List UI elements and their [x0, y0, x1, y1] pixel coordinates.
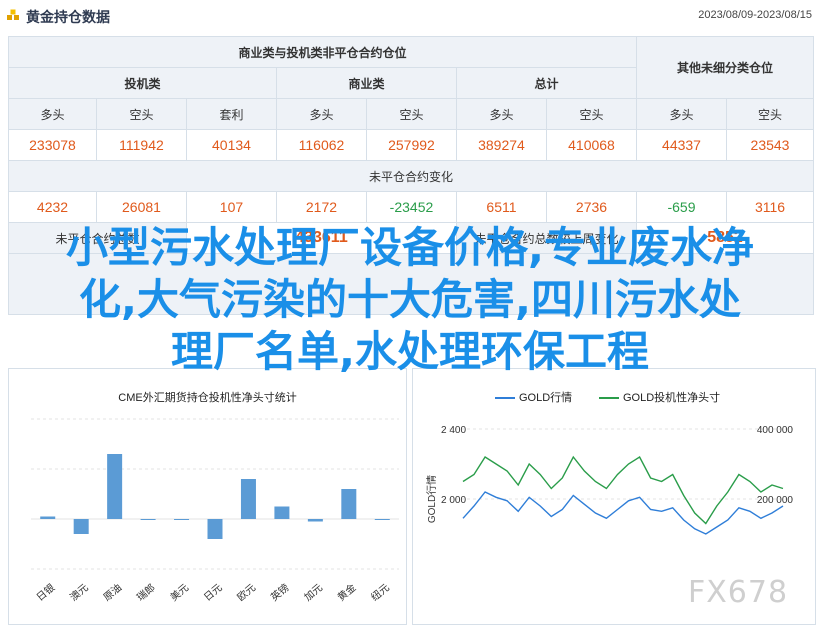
- oi-total-value: 433611: [185, 222, 457, 254]
- change-title-row: 未平仓合约变化: [8, 160, 814, 192]
- change-cell: -659: [636, 191, 727, 223]
- page-header: 黄金持仓数据 2023/08/09-2023/08/15: [0, 0, 820, 30]
- y-right-tick: 200 000: [757, 495, 794, 506]
- x-tick-label: 日元: [202, 582, 224, 603]
- change-cell: 26081: [95, 191, 187, 223]
- y-left-tick: 2 400: [441, 425, 466, 436]
- sub-header-total: 总计: [455, 67, 638, 99]
- bar-6: [240, 479, 256, 519]
- x-tick-label: 纽元: [368, 581, 392, 604]
- net-position-bar-chart: 日银 澳元 原油 瑞郎 美元 日元 欧元 英镑 加元 黄金 纽元: [31, 418, 399, 604]
- bar-2: [107, 454, 123, 519]
- x-tick-label: 欧元: [235, 582, 258, 604]
- bar-8: [307, 519, 323, 522]
- value-cell: 23543: [726, 129, 814, 161]
- col-short: 空头: [365, 98, 457, 130]
- date-range: 2023/08/09-2023/08/15: [698, 9, 812, 21]
- oi-change-value: 5852: [636, 222, 814, 254]
- col-short: 空头: [726, 98, 814, 130]
- obscured-row: [8, 253, 814, 315]
- table-row: 4232 26081 107 2172 -23452 6511 2736 -65…: [8, 191, 814, 223]
- value-cell: 44337: [636, 129, 727, 161]
- x-tick-label: 澳元: [67, 581, 91, 604]
- left-chart-panel: CME外汇期货持仓投机性净头寸统计 日银 澳元 原油 瑞郎 美元 日元 欧元 英镑 加元 黄金 纽元: [8, 368, 407, 625]
- legend-position-swatch: [599, 397, 619, 400]
- oi-total-label: 未平仓合约总数: [8, 222, 187, 254]
- gold-bars-icon: [7, 9, 19, 20]
- legend-position-label: GOLD投机性净头寸: [623, 392, 721, 404]
- legend-gold-label: GOLD行情: [519, 392, 573, 404]
- change-cell: 3116: [726, 191, 814, 223]
- bar-7: [274, 506, 290, 519]
- left-chart-title: CME外汇期货持仓投机性净头寸统计: [118, 392, 297, 404]
- sub-header-spec: 投机类: [8, 67, 277, 99]
- y-left-tick: 2 000: [441, 495, 466, 506]
- col-long: 多头: [8, 98, 97, 130]
- change-cell: -23452: [365, 191, 457, 223]
- table-row: 233078 111942 40134 116062 257992 389274…: [8, 129, 814, 161]
- value-cell: 410068: [545, 129, 638, 161]
- table-group-header-row: 商业类与投机类非平仓合约仓位 其他未细分类仓位: [8, 36, 814, 99]
- change-cell: 6511: [455, 191, 547, 223]
- value-cell: 233078: [8, 129, 97, 161]
- value-cell: 40134: [185, 129, 277, 161]
- x-tick-label: 加元: [302, 582, 325, 604]
- col-short: 空头: [545, 98, 638, 130]
- change-cell: 2736: [545, 191, 638, 223]
- series-line-1: [462, 455, 784, 525]
- value-cell: 257992: [365, 129, 457, 161]
- col-arb: 套利: [185, 98, 277, 130]
- x-tick-label: 黄金: [335, 581, 359, 604]
- open-interest-row: 未平仓合约总数 433611 未平仓合约总数较上周变化 5852: [8, 222, 814, 254]
- x-tick-label: 原油: [101, 581, 125, 604]
- sub-header-comm: 商业类: [275, 67, 457, 99]
- bar-9: [341, 489, 357, 519]
- oi-change-label: 未平仓合约总数较上周变化: [455, 222, 638, 254]
- page-title: 黄金持仓数据: [26, 9, 110, 25]
- col-long: 多头: [275, 98, 367, 130]
- bar-10: [374, 519, 390, 520]
- change-cell: 107: [185, 191, 277, 223]
- x-tick-label: 瑞郎: [134, 581, 158, 604]
- x-tick-label: 美元: [167, 581, 191, 604]
- y-right-tick: 400 000: [757, 425, 794, 436]
- bar-4: [174, 519, 190, 520]
- value-cell: 389274: [455, 129, 547, 161]
- legend-gold: GOLD行情: [495, 389, 572, 405]
- bar-0: [40, 516, 56, 519]
- value-cell: 116062: [275, 129, 367, 161]
- legend-gold-swatch: [495, 397, 515, 400]
- col-short: 空头: [95, 98, 187, 130]
- y-left-label: GOLD行情: [425, 475, 438, 523]
- value-cell: 111942: [95, 129, 187, 161]
- change-title: 未平仓合约变化: [8, 160, 814, 192]
- col-long: 多头: [455, 98, 547, 130]
- group-noncommercial: 商业类与投机类非平仓合约仓位: [8, 36, 637, 68]
- table-column-header-row: 多头 空头 套利 多头 空头 多头 空头 多头 空头: [8, 98, 814, 130]
- group-other: 其他未细分类仓位: [636, 36, 814, 99]
- legend-position: GOLD投机性净头寸: [599, 389, 720, 405]
- col-long: 多头: [636, 98, 727, 130]
- positions-table: 商业类与投机类非平仓合约仓位 其他未细分类仓位 投机类 商业类 总计 多头 空头…: [8, 36, 814, 315]
- x-tick-label: 日银: [34, 581, 58, 604]
- change-cell: 2172: [275, 191, 367, 223]
- bar-5: [207, 519, 223, 539]
- bar-3: [140, 519, 156, 520]
- change-cell: 4232: [8, 191, 97, 223]
- watermark-logo: FX678: [688, 575, 789, 610]
- x-tick-label: 英镑: [268, 581, 292, 604]
- series-line-0: [462, 491, 784, 535]
- bar-1: [73, 519, 89, 534]
